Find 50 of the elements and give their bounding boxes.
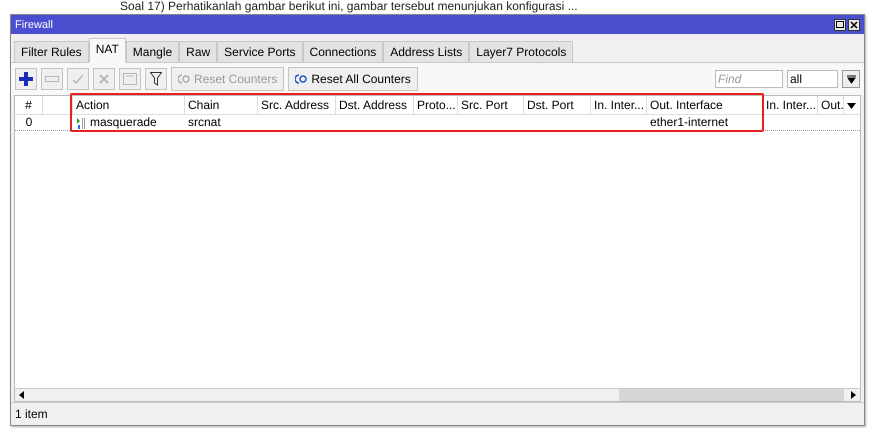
horizontal-scrollbar[interactable] (15, 388, 860, 401)
column-header[interactable]: Src. Port (458, 96, 524, 114)
column-header[interactable]: Dst. Port (524, 96, 591, 114)
column-header[interactable]: In. Inter... (591, 96, 647, 114)
reset-counters-button[interactable]: Reset All Counters (288, 67, 418, 91)
column-header[interactable]: In. Inter... (763, 96, 818, 114)
check-icon (72, 73, 84, 85)
column-header[interactable]: Out. (818, 96, 844, 114)
minus-icon (45, 76, 59, 82)
down-arrow-icon (846, 74, 856, 84)
note-icon (123, 73, 137, 85)
left-arrow-icon[interactable] (19, 391, 27, 399)
dropdown-button[interactable] (842, 70, 860, 88)
find-field[interactable]: Find (715, 70, 783, 88)
window-title: Firewall (15, 18, 53, 30)
tab[interactable]: Address Lists (383, 41, 470, 62)
table-cell: ether1-internet (650, 115, 728, 130)
column-header[interactable]: Chain (185, 96, 258, 114)
tab[interactable]: NAT (88, 38, 126, 63)
scrollbar-thumb[interactable] (619, 389, 844, 401)
reset-icon (295, 74, 308, 84)
question-text: Soal 17) Perhatikanlah gambar berikut ini, gambar tersebut menunjukan konfigurasi ... (119, 0, 579, 13)
filter-icon (150, 72, 162, 86)
maximize-button[interactable] (834, 18, 846, 30)
filter-button[interactable] (145, 68, 167, 90)
column-header[interactable]: Proto... (414, 96, 458, 114)
tab[interactable]: Filter Rules (14, 41, 89, 62)
table-cell: srcnat (188, 115, 221, 130)
column-header[interactable]: Dst. Address (336, 96, 414, 114)
tab[interactable]: Mangle (126, 41, 180, 62)
column-header[interactable]: Action (73, 96, 185, 114)
table-cell: 0 (26, 115, 32, 130)
add-button[interactable] (15, 68, 37, 90)
table-cell: masquerade (90, 115, 157, 130)
reset-icon (178, 74, 190, 84)
close-button[interactable] (848, 18, 860, 30)
right-arrow-icon[interactable] (848, 391, 856, 399)
plus-icon (19, 72, 33, 86)
tab[interactable]: Connections (302, 41, 384, 62)
filter-select[interactable]: all (787, 70, 838, 88)
column-header[interactable]: Out. Interface (647, 96, 763, 114)
cross-icon (98, 73, 110, 85)
tab[interactable]: Raw (179, 41, 218, 62)
item-count: 1 item (15, 407, 48, 421)
tab[interactable]: Layer7 Protocols (469, 41, 574, 62)
column-header[interactable]: Src. Address (258, 96, 336, 114)
dropdown-arrow-icon[interactable] (847, 103, 856, 109)
rule-icon (76, 116, 86, 128)
column-header[interactable]: # (15, 96, 43, 114)
tab[interactable]: Service Ports (217, 41, 303, 62)
